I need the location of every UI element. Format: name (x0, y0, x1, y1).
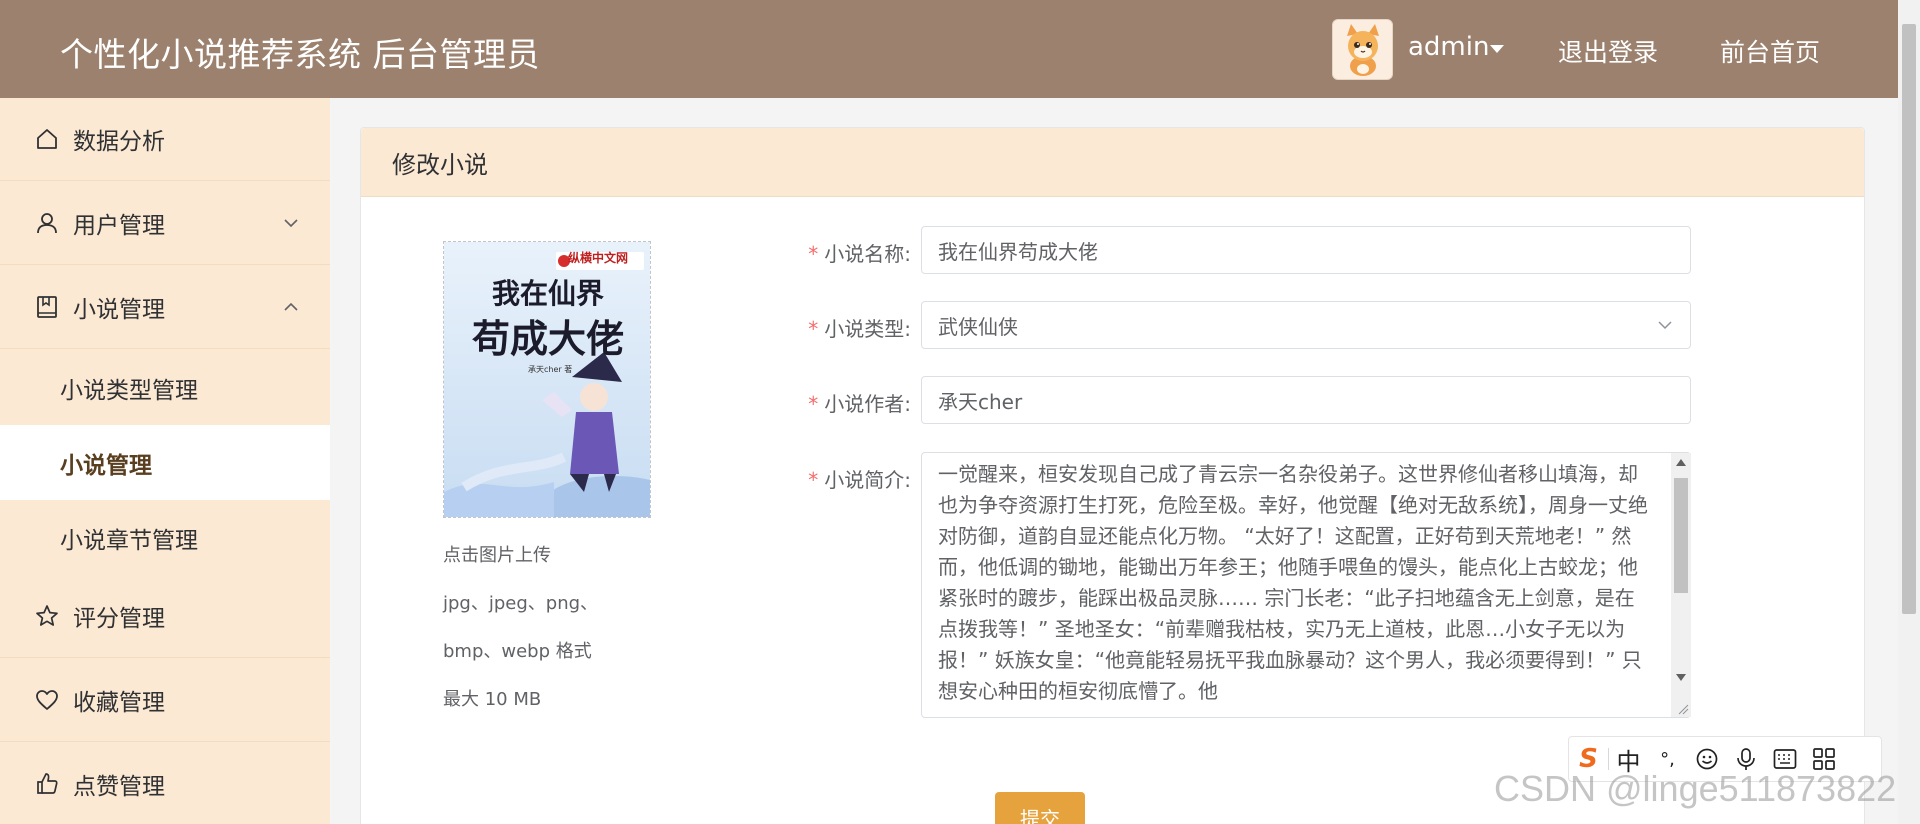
upload-note-click: 点击图片上传 (443, 545, 551, 566)
upload-note-max-size: 最大 10 MB (443, 689, 542, 710)
sidebar-item-novel-management[interactable]: 小说管理 (0, 266, 330, 349)
chevron-up-icon (284, 302, 298, 311)
submit-button[interactable]: 提交 (995, 792, 1085, 824)
csdn-watermark: CSDN @linge511873822 (1494, 768, 1897, 809)
sidebar-item-favorites-management[interactable]: 收藏管理 (0, 659, 330, 742)
star-icon (34, 603, 60, 629)
user-icon (34, 210, 60, 236)
page-scroll-thumb[interactable] (1902, 24, 1916, 614)
sidebar-item-label: 小说管理 (73, 297, 165, 323)
sidebar-item-label: 点赞管理 (73, 774, 165, 800)
cat-avatar-icon (1346, 23, 1379, 76)
cover-publisher: 纵横中文网 (568, 251, 629, 265)
caret-down-icon[interactable] (1490, 45, 1504, 53)
scroll-up-icon[interactable] (1676, 459, 1686, 466)
sidebar-item-user-management[interactable]: 用户管理 (0, 182, 330, 265)
heart-icon (34, 687, 60, 713)
chevron-down-icon (1658, 321, 1672, 330)
sidebar-subitem-chapters[interactable]: 小说章节管理 (0, 500, 330, 575)
chevron-down-icon (284, 219, 298, 228)
card-header: 修改小说 (361, 128, 1864, 197)
home-icon (34, 126, 60, 152)
novel-type-select[interactable]: 武侠仙侠 (921, 301, 1691, 349)
top-header: 个性化小说推荐系统 后台管理员 admin 退出登录 前台首页 (0, 0, 1898, 98)
page-scrollbar[interactable] (1898, 0, 1920, 824)
sidebar-item-rating-management[interactable]: 评分管理 (0, 575, 330, 658)
home-link[interactable]: 前台首页 (1720, 33, 1820, 69)
novel-author-label: * 小说作者: (808, 392, 911, 416)
logout-link[interactable]: 退出登录 (1558, 33, 1658, 69)
novel-intro-label: * 小说简介: (808, 468, 911, 492)
cover-title-line2: 苟成大佬 (471, 317, 624, 361)
sidebar-subitem-label: 小说管理 (60, 452, 152, 479)
card-title: 修改小说 (392, 150, 488, 179)
upload-note-formats-2: bmp、webp 格式 (443, 641, 592, 662)
sidebar-subitem-label: 小说类型管理 (60, 377, 198, 404)
textarea-scrollbar[interactable] (1671, 453, 1691, 717)
user-name[interactable]: admin (1408, 32, 1489, 62)
cover-upload[interactable]: 纵横中文网 我在仙界 苟成大佬 承天cher 著 (443, 241, 651, 518)
sidebar-subitem-novels[interactable]: 小说管理 (0, 425, 330, 500)
resize-grip-icon[interactable] (1677, 703, 1689, 715)
thumb-up-icon (34, 771, 60, 797)
novel-name-label: * 小说名称: (808, 242, 911, 266)
sidebar-item-label: 用户管理 (73, 213, 165, 239)
sidebar-item-label: 评分管理 (73, 606, 165, 632)
cover-title-line1: 我在仙界 (491, 277, 604, 310)
novel-type-label: * 小说类型: (808, 317, 911, 341)
sidebar-subitem-label: 小说章节管理 (60, 527, 198, 554)
upload-note-formats-1: jpg、jpeg、png、 (443, 593, 599, 614)
book-icon (34, 294, 60, 320)
cover-author: 承天cher 著 (528, 365, 573, 374)
sidebar-item-data-analysis[interactable]: 数据分析 (0, 98, 330, 181)
sidebar-item-label: 收藏管理 (73, 690, 165, 716)
novel-name-input[interactable]: 我在仙界苟成大佬 (921, 226, 1691, 274)
sidebar: 数据分析 用户管理 小说管理 小说类型管理 小说管理 小说章节管理 评分管理 收… (0, 98, 330, 824)
sidebar-subitem-novel-types[interactable]: 小说类型管理 (0, 350, 330, 425)
scroll-down-icon[interactable] (1676, 674, 1686, 681)
edit-novel-card: 修改小说 纵横中文网 我在仙界 苟成大佬 承天cher 著 点击图片上传 jpg… (360, 127, 1865, 824)
scroll-thumb[interactable] (1674, 478, 1688, 593)
sidebar-item-likes-management[interactable]: 点赞管理 (0, 743, 330, 824)
novel-type-value: 武侠仙侠 (938, 314, 1018, 339)
site-title: 个性化小说推荐系统 后台管理员 (60, 35, 540, 74)
novel-author-input[interactable]: 承天cher (921, 376, 1691, 424)
sidebar-item-label: 数据分析 (73, 129, 165, 155)
novel-intro-textarea[interactable]: 一觉醒来，桓安发现自己成了青云宗一名杂役弟子。这世界修仙者移山填海，却也为争夺资… (921, 452, 1691, 718)
avatar[interactable] (1332, 19, 1393, 80)
